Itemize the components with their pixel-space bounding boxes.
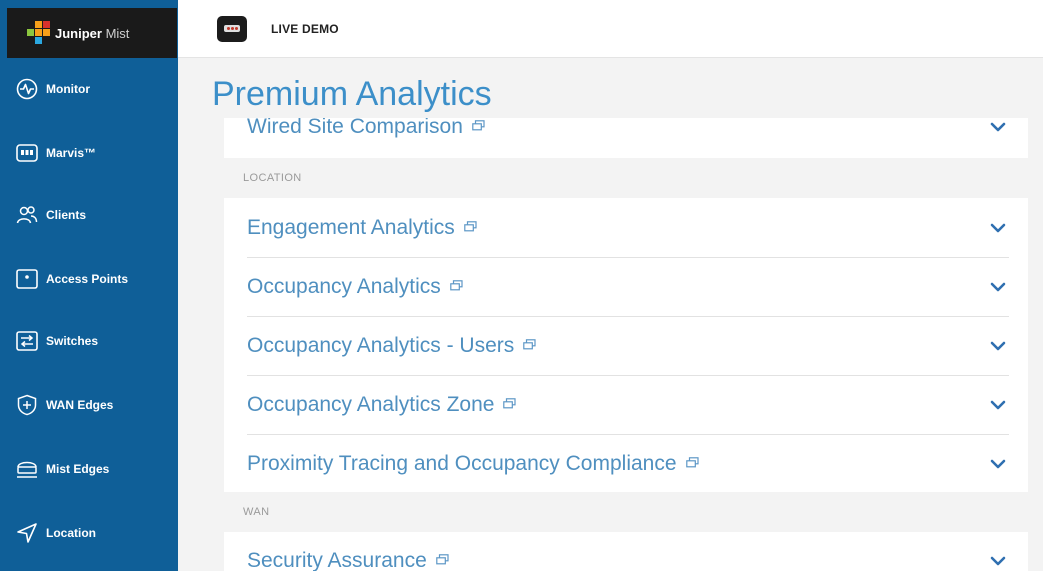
list-item-occupancy-analytics-zone[interactable]: Occupancy Analytics Zone [224, 376, 1028, 434]
page-title: Premium Analytics [212, 75, 492, 113]
list-item-label: Occupancy Analytics Zone [247, 393, 495, 416]
location-icon [15, 521, 39, 545]
external-link-icon [685, 455, 699, 473]
external-link-icon [523, 337, 536, 355]
list-item-label: Occupancy Analytics [247, 275, 441, 298]
analytics-list: Wired Site Comparison LOCATION Engagemen… [224, 118, 1028, 571]
list-item-label: Wired Site Comparison [247, 118, 463, 138]
sidebar-item-switches[interactable]: Switches [7, 310, 177, 372]
switches-icon [15, 329, 39, 353]
sidebar-item-label: Monitor [46, 82, 90, 96]
app-window: Juniper Mist Monitor Marvis™ Clients Acc [0, 0, 1043, 571]
sidebar: Juniper Mist Monitor Marvis™ Clients Acc [0, 0, 178, 571]
brand-logo[interactable]: Juniper Mist [7, 8, 177, 58]
list-item-label: Proximity Tracing and Occupancy Complian… [247, 452, 677, 475]
list-item-label: Security Assurance [247, 549, 427, 571]
sidebar-item-access-points[interactable]: Access Points [7, 248, 177, 310]
external-link-icon [463, 219, 477, 237]
chevron-down-icon[interactable] [990, 280, 1006, 294]
sidebar-item-label: Mist Edges [46, 462, 110, 476]
list-item-wired-site-comparison[interactable]: Wired Site Comparison [224, 118, 1028, 156]
sidebar-item-clients[interactable]: Clients [7, 184, 177, 246]
monitor-icon [15, 77, 39, 101]
chevron-down-icon[interactable] [990, 339, 1006, 353]
list-item-proximity-tracing[interactable]: Proximity Tracing and Occupancy Complian… [224, 435, 1028, 493]
sidebar-item-label: Location [46, 526, 96, 540]
org-name[interactable]: LIVE DEMO [271, 22, 339, 36]
sidebar-item-label: Access Points [46, 272, 129, 286]
list-item-occupancy-analytics[interactable]: Occupancy Analytics [224, 258, 1028, 316]
brand-name: Juniper Mist [55, 25, 130, 41]
section-header-wan: WAN [224, 492, 1028, 532]
chevron-down-icon[interactable] [990, 457, 1006, 471]
marvis-icon [15, 141, 39, 165]
list-item-security-assurance[interactable]: Security Assurance [224, 532, 1028, 571]
chevron-down-icon[interactable] [990, 120, 1006, 134]
list-item-engagement-analytics[interactable]: Engagement Analytics [224, 198, 1028, 257]
chevron-down-icon[interactable] [990, 398, 1006, 412]
juniper-logo-icon [25, 21, 51, 45]
org-badge-icon[interactable] [217, 15, 247, 42]
chevron-down-icon[interactable] [990, 554, 1006, 568]
wan-edges-icon [15, 393, 39, 417]
access-points-icon [15, 267, 39, 291]
section-header-location: LOCATION [224, 158, 1028, 198]
list-item-label: Occupancy Analytics - Users [247, 334, 515, 357]
top-bar: LIVE DEMO [178, 0, 1043, 58]
chevron-down-icon[interactable] [990, 221, 1006, 235]
external-link-icon [449, 278, 463, 296]
external-link-icon [503, 396, 517, 414]
clients-icon [15, 203, 39, 227]
sidebar-item-label: Switches [46, 334, 99, 348]
list-item-label: Engagement Analytics [247, 215, 455, 239]
sidebar-item-label: WAN Edges [46, 398, 114, 412]
list-item-occupancy-analytics-users[interactable]: Occupancy Analytics - Users [224, 317, 1028, 375]
mist-edges-icon [15, 457, 39, 481]
sidebar-item-location[interactable]: Location [7, 502, 177, 564]
external-link-icon [435, 552, 449, 570]
sidebar-item-wan-edges[interactable]: WAN Edges [7, 374, 177, 436]
sidebar-item-label: Marvis™ [46, 146, 97, 160]
sidebar-item-mist-edges[interactable]: Mist Edges [7, 438, 177, 500]
sidebar-item-marvis[interactable]: Marvis™ [7, 122, 177, 184]
external-link-icon [472, 118, 485, 136]
sidebar-item-label: Clients [46, 208, 87, 222]
sidebar-item-monitor[interactable]: Monitor [7, 58, 177, 120]
